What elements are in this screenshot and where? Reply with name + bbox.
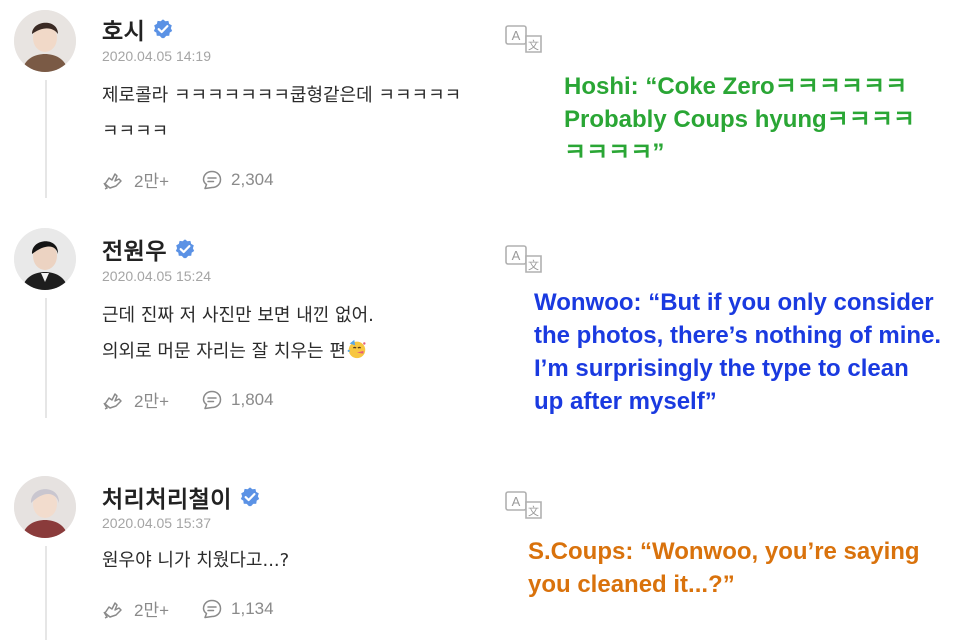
post-actions: 2만+ 1,134 xyxy=(102,596,306,621)
avatar[interactable] xyxy=(14,10,76,72)
post-text: 근데 진짜 저 사진만 보면 내낀 없어. 의외로 머문 자리는 잘 치우는 편 xyxy=(102,298,374,370)
caption-line: S.Coups: “Wonwoo, you’re saying xyxy=(528,538,920,565)
author-name[interactable]: 전원우 xyxy=(102,232,167,266)
caption-line: up after myself” xyxy=(534,388,717,415)
like-button[interactable]: 2만+ xyxy=(102,596,169,621)
thread-line xyxy=(45,80,47,198)
like-hands-icon xyxy=(103,601,122,619)
caption-line: you cleaned it...?” xyxy=(528,571,735,598)
translate-icon[interactable]: A 文 xyxy=(504,490,544,520)
post-text-line: 제로콜라 ㅋㅋㅋㅋㅋㅋㅋ쿱형같은데 ㅋㅋㅋㅋㅋ xyxy=(102,85,462,106)
verified-badge-icon xyxy=(154,19,173,39)
caption-line: Probably Coups hyungㅋㅋㅋㅋ xyxy=(564,106,915,133)
caption-line: ㅋㅋㅋㅋ” xyxy=(564,139,665,166)
post-actions: 2만+ 1,804 xyxy=(102,387,306,412)
post-text-line: 의외로 머문 자리는 잘 치우는 편 xyxy=(102,334,374,370)
avatar-image xyxy=(14,476,76,538)
svg-text:A: A xyxy=(512,494,521,509)
caption-line: Hoshi: “Coke Zeroㅋㅋㅋㅋㅋㅋ xyxy=(564,73,908,100)
post-text: 제로콜라 ㅋㅋㅋㅋㅋㅋㅋ쿱형같은데 ㅋㅋㅋㅋㅋ ㅋㅋㅋㅋ xyxy=(102,78,461,150)
post-text-line: 근데 진짜 저 사진만 보면 내낀 없어. xyxy=(102,305,374,326)
party-face-emoji xyxy=(347,339,366,359)
like-count: 2만+ xyxy=(134,392,170,411)
like-count: 2만+ xyxy=(134,601,170,620)
comment-count: 1,804 xyxy=(231,389,274,409)
like-hands-icon xyxy=(103,172,122,190)
caption-line: the photos, there’s nothing of mine. xyxy=(534,322,942,349)
translation-caption-hoshi: Hoshi: “Coke Zeroㅋㅋㅋㅋㅋㅋ Probably Coups h… xyxy=(564,70,915,169)
thread-line xyxy=(45,298,47,418)
caption-line: Wonwoo: “But if you only consider xyxy=(534,289,934,316)
post-text-line: 원우야 니가 치웠다고...? xyxy=(102,550,290,571)
translation-caption-wonwoo: Wonwoo: “But if you only consider the ph… xyxy=(534,286,941,418)
post-date: 2020.04.05 14:19 xyxy=(102,48,211,64)
post-actions: 2만+ 2,304 xyxy=(102,167,306,192)
post-date: 2020.04.05 15:24 xyxy=(102,268,211,284)
comment-button[interactable]: 1,804 xyxy=(201,389,274,411)
svg-text:A: A xyxy=(512,248,521,263)
comment-bubble-icon xyxy=(202,390,222,409)
comment-count: 2,304 xyxy=(231,169,274,189)
like-count: 2만+ xyxy=(134,172,170,191)
verified-badge-icon xyxy=(175,239,195,259)
post-text-line: ㅋㅋㅋㅋ xyxy=(102,121,169,142)
comment-button[interactable]: 2,304 xyxy=(201,169,274,191)
translate-icon[interactable]: A 文 xyxy=(504,24,544,54)
author-name[interactable]: 호시 xyxy=(102,12,145,46)
like-button[interactable]: 2만+ xyxy=(102,167,169,192)
post-date: 2020.04.05 15:37 xyxy=(102,515,211,531)
avatar[interactable] xyxy=(14,476,76,538)
avatar[interactable] xyxy=(14,228,76,290)
post-text-line-content: 의외로 머문 자리는 잘 치우는 편 xyxy=(102,341,346,362)
svg-text:文: 文 xyxy=(528,258,539,272)
translation-caption-scoups: S.Coups: “Wonwoo, you’re saying you clea… xyxy=(528,535,920,601)
author-name[interactable]: 처리처리철이 xyxy=(102,480,232,514)
avatar-image xyxy=(14,228,76,290)
avatar-image xyxy=(14,10,76,72)
svg-text:文: 文 xyxy=(528,38,539,52)
comment-button[interactable]: 1,134 xyxy=(201,598,274,620)
comment-count: 1,134 xyxy=(231,598,274,618)
comment-bubble-icon xyxy=(202,599,222,618)
svg-text:A: A xyxy=(512,28,521,43)
translate-icon[interactable]: A 文 xyxy=(504,244,544,274)
like-button[interactable]: 2만+ xyxy=(102,387,169,412)
post-text: 원우야 니가 치웠다고...? xyxy=(102,543,289,579)
like-hands-icon xyxy=(103,392,122,410)
comment-bubble-icon xyxy=(202,170,222,189)
verified-badge-icon xyxy=(240,487,260,507)
thread-line xyxy=(45,546,47,640)
caption-line: I’m surprisingly the type to clean xyxy=(534,355,909,382)
svg-text:文: 文 xyxy=(528,504,539,518)
